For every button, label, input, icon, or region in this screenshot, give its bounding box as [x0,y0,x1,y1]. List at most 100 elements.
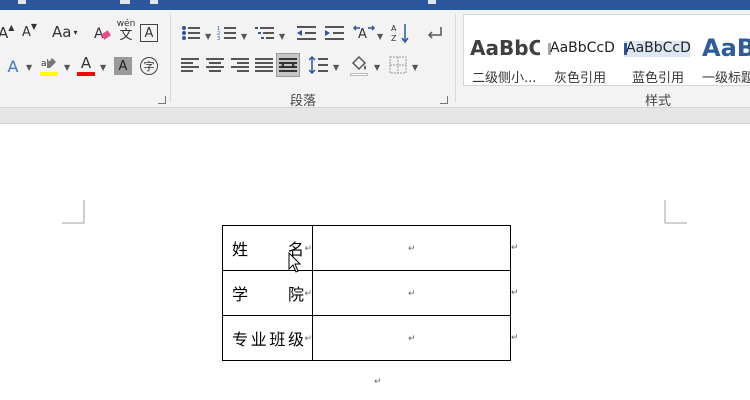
document-canvas-border [0,108,750,124]
svg-text:A: A [391,24,397,33]
chevron-down-icon[interactable]: ▼ [26,63,32,72]
align-left-button[interactable] [180,56,200,74]
table-cell-value[interactable]: ↵ [312,270,511,316]
eraser-icon: A [94,26,111,42]
style-sample-3[interactable]: AaB [702,35,750,61]
distributed-align-button[interactable] [276,53,300,77]
change-case-button[interactable]: Aa ▾ [52,25,77,40]
row-end-mark: ↵ [511,333,519,343]
paragraph-group-label: 段落 [290,94,317,109]
show-hide-marks-button[interactable] [424,24,444,42]
table-cell-label[interactable]: 学 院 ↵ [222,270,313,316]
phonetic-guide-button[interactable]: wén 文 [116,20,136,44]
bullets-button[interactable] [180,24,202,42]
style-sample-2[interactable]: AaBbCcD [626,35,692,61]
chevron-down-icon[interactable]: ▼ [64,63,70,72]
align-right-button[interactable] [230,56,250,74]
major-class-label: 专 业 班 级 [232,330,304,349]
svg-text:A: A [358,27,367,42]
group-separator [170,14,171,102]
border-grid-icon [389,56,407,74]
cell-end-mark: ↵ [408,334,416,344]
paint-bucket-icon [351,55,367,70]
cell-end-mark: ↵ [304,289,312,299]
numbering-button[interactable]: 1 2 3 [216,24,238,42]
justify-icon [255,58,273,72]
group-separator [455,14,456,102]
title-bar [0,0,750,10]
font-color-button[interactable]: A [76,54,96,78]
chevron-down-icon[interactable]: ▼ [377,32,383,41]
chevron-down-icon[interactable]: ▼ [333,63,339,72]
chevron-down-icon[interactable]: ▼ [412,63,418,72]
borders-button[interactable] [388,56,408,74]
clear-format-button[interactable]: A [92,24,112,42]
table-cell-value[interactable]: ↵ [312,225,511,271]
margin-corner-top-right [664,200,687,224]
info-table: 姓 名 ↵ ↵ 学 院 ↵ ↵ 专 业 班 级 ↵ ↵ [222,225,511,361]
style-name-1[interactable]: 灰色引用 [554,67,606,86]
character-border-button[interactable]: A [140,24,158,42]
enclose-characters-button[interactable]: 字 [140,57,158,75]
justify-button[interactable] [254,56,274,74]
chevron-down-icon[interactable]: ▼ [205,32,211,41]
sort-icon: A Z [391,24,409,44]
highlight-button[interactable]: ab [38,54,60,78]
row-end-mark: ↵ [511,288,519,298]
align-right-icon [231,58,249,72]
multilevel-list-button[interactable] [254,24,276,42]
decrease-indent-button[interactable] [296,24,318,42]
increase-indent-button[interactable] [324,24,346,42]
distributed-icon [279,58,297,72]
styles-gallery: AaBbC 二级侧小... AaBbCcD 灰色引用 AaBbCcD 蓝色引用 … [463,14,750,86]
quick-access-icon[interactable] [120,0,130,4]
cell-end-mark: ↵ [408,244,416,254]
chevron-down-icon[interactable]: ▼ [279,32,285,41]
decrease-indent-icon [297,26,316,40]
chinese-layout-button[interactable]: A [352,23,376,43]
table-row: 专 业 班 级 ↵ ↵ [222,315,511,361]
cell-end-mark: ↵ [304,334,312,344]
table-cell-value[interactable]: ↵ [312,315,511,361]
styles-group-label: 样式 [645,94,672,109]
ribbon: A▲ A▼ Aa▾ A wén 文 A A ▼ ab ▼ A ▼ A 字 [0,10,750,109]
chevron-down-icon[interactable]: ▼ [100,63,106,72]
chevron-down-icon[interactable]: ▼ [374,63,380,72]
chinese-layout-icon: A [353,25,375,42]
shading-button[interactable] [348,54,370,76]
style-name-3[interactable]: 一级标题 [702,67,750,86]
sort-button[interactable]: A Z [390,22,412,44]
style-name-2[interactable]: 蓝色引用 [632,67,684,86]
line-spacing-button[interactable] [308,55,330,75]
table-row: 学 院 ↵ ↵ [222,270,511,316]
row-end-mark: ↵ [511,243,519,253]
paragraph-mark-icon [427,27,442,39]
cell-end-mark: ↵ [408,289,416,299]
cell-end-mark: ↵ [304,244,312,254]
margin-corner-top-left [62,200,85,224]
numbered-list-icon: 1 2 3 [217,26,236,41]
increase-indent-icon [325,26,344,40]
align-center-button[interactable] [205,56,225,74]
bullet-list-icon [182,26,200,40]
paragraph-dialog-launcher[interactable] [440,96,448,104]
undo-icon[interactable] [18,0,26,4]
quick-access-icon[interactable] [150,0,158,4]
font-dialog-launcher[interactable] [158,96,166,104]
table-cell-label[interactable]: 专 业 班 级 ↵ [222,315,313,361]
style-name-0[interactable]: 二级侧小... [472,67,536,86]
highlighter-icon: ab [41,58,56,69]
style-sample-0[interactable]: AaBbC [470,35,540,61]
align-left-icon [181,58,199,72]
customize-quick-access-icon[interactable] [428,0,436,4]
table-row: 姓 名 ↵ ↵ [222,225,511,271]
paragraph-mark: ↵ [374,377,382,387]
line-spacing-icon [309,56,328,74]
shrink-font-button[interactable]: A ▼ [22,22,37,39]
chevron-down-icon[interactable]: ▼ [241,32,247,41]
grow-font-button[interactable]: A ▲ [0,23,14,41]
align-center-icon [206,58,224,72]
character-shading-button[interactable]: A [114,57,132,75]
style-sample-1[interactable]: AaBbCcD [550,35,616,61]
text-effects-button[interactable]: A [4,56,22,76]
